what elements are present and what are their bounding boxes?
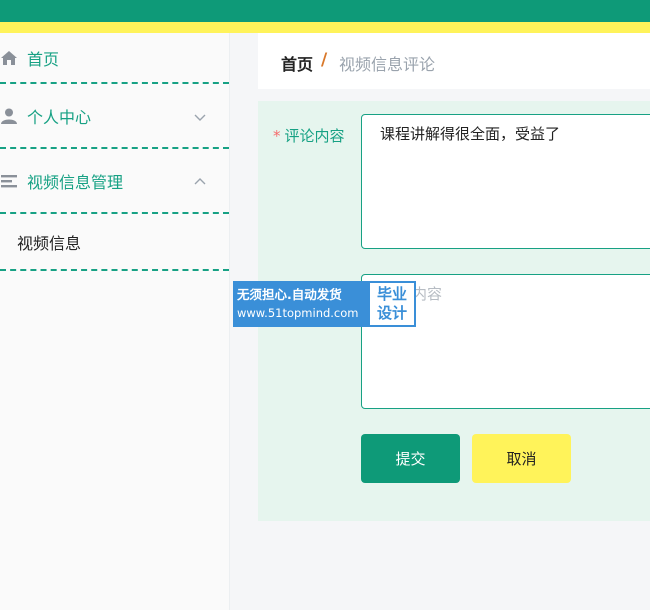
breadcrumb: 首页 / 视频信息评论: [258, 33, 650, 89]
sidebar-subitem-video-info[interactable]: 视频信息: [0, 214, 229, 271]
breadcrumb-home-link[interactable]: 首页: [281, 51, 313, 75]
watermark-text-block: 无须担心.自动发货 www.51topmind.com: [233, 281, 368, 327]
submit-button[interactable]: 提交: [361, 434, 460, 483]
top-header-bar: [0, 0, 650, 22]
chevron-down-icon: [193, 109, 207, 123]
comment-textarea[interactable]: 课程讲解得很全面，受益了: [361, 114, 650, 249]
sidebar-item-label: 视频信息管理: [27, 172, 124, 192]
watermark-badge-line1: 毕业: [376, 285, 407, 303]
sidebar-item-video-management[interactable]: 视频信息管理: [0, 149, 229, 214]
sidebar-item-label: 首页: [27, 49, 60, 69]
second-textarea-placeholder: 内容: [412, 285, 443, 303]
watermark-overlay: 无须担心.自动发货 www.51topmind.com 毕业 设计: [233, 281, 416, 327]
sidebar-subitem-label: 视频信息: [17, 233, 82, 253]
cancel-button[interactable]: 取消: [472, 434, 571, 483]
home-icon: [0, 49, 18, 67]
watermark-badge: 毕业 设计: [368, 281, 416, 327]
breadcrumb-separator: /: [321, 50, 328, 70]
sidebar-item-personal-center[interactable]: 个人中心: [0, 84, 229, 149]
comment-label-text: 评论内容: [284, 127, 345, 145]
watermark-line1: 无须担心.自动发货: [237, 287, 342, 302]
chevron-up-icon: [193, 174, 207, 188]
top-header-stripe: [0, 22, 650, 33]
sidebar-item-home[interactable]: 首页: [0, 33, 229, 84]
required-mark: *: [273, 127, 281, 145]
sidebar: 首页 个人中心 视频信息管理 视频信息: [0, 33, 230, 610]
user-icon: [0, 107, 18, 125]
sidebar-item-label: 个人中心: [27, 107, 92, 127]
comment-field-label: * 评论内容: [273, 125, 345, 146]
list-icon: [0, 172, 18, 190]
watermark-badge-line2: 设计: [376, 304, 407, 322]
breadcrumb-current: 视频信息评论: [339, 55, 436, 74]
watermark-line2: www.51topmind.com: [237, 306, 359, 320]
